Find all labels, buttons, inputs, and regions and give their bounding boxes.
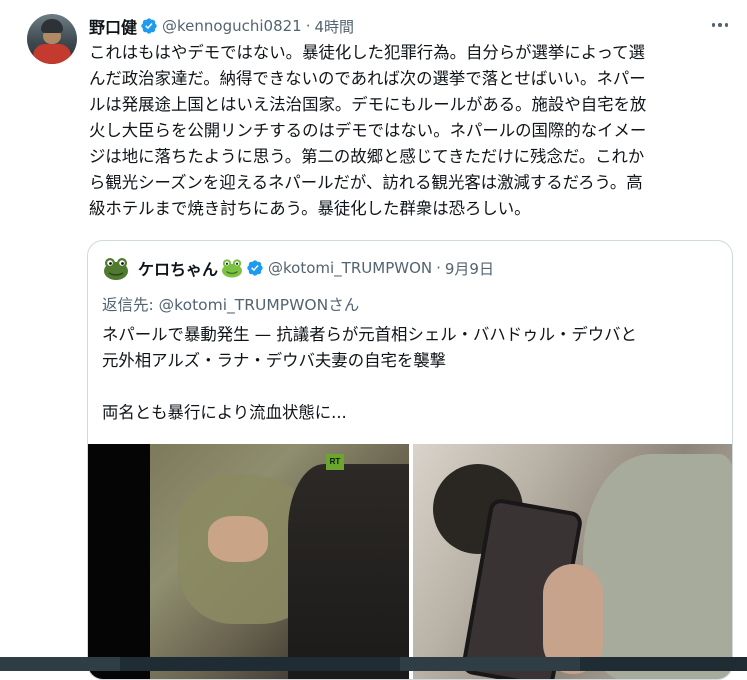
media-image-thumbnail[interactable] <box>413 444 732 679</box>
quote-date[interactable]: 9月9日 <box>445 258 494 279</box>
quoted-tweet[interactable]: ケロちゃん @kotomi_TRUMPWON · 9月9日 返信先: @koto… <box>87 240 733 680</box>
tweet-body-line: ら観光シーズンを迎えるネパールだが、訪れる観光客は激減するだろう。高 <box>89 173 643 192</box>
tweet-header: 野口健 @kennoguchi0821 · 4時間 <box>89 14 354 38</box>
quote-body-line: 両名とも暴行により流血状態に... <box>102 403 347 422</box>
tweet-body-line: ジは地に落ちたように思う。第二の故郷と感じてきただけに残念だ。これか <box>89 147 645 166</box>
tweet-body-line: 級ホテルまで焼き討ちにあう。暴徒化した群衆は恐ろしい。 <box>89 199 531 218</box>
author-handle[interactable]: @kennoguchi0821 <box>162 17 302 35</box>
reply-to-suffix: さん <box>328 296 360 314</box>
quote-author-display-name[interactable]: ケロちゃん <box>138 256 218 280</box>
rt-logo: RT <box>326 454 344 470</box>
photo-figure <box>583 454 732 679</box>
tweet-body-line: ルは発展途上国とはいえ法治国家。デモにもルールがある。施設や自宅を放 <box>89 95 647 114</box>
video-shadow <box>288 464 409 679</box>
quote-body-line: ネパールで暴動発生 — 抗議者らが元首相シェル・バハドゥル・デウバと <box>102 325 637 344</box>
author-avatar[interactable] <box>27 14 77 64</box>
bottom-bar-segment <box>400 657 580 671</box>
reply-to-handle[interactable]: @kotomi_TRUMPWON <box>159 296 329 314</box>
tweet-body-line: これはもはやデモではない。暴徒化した犯罪行為。自分らが選挙によって選 <box>89 43 645 62</box>
video-hand <box>208 516 268 562</box>
quote-body-line: 元外相アルズ・ラナ・デウバ夫妻の自宅を襲撃 <box>102 351 447 370</box>
reply-to-prefix: 返信先: <box>102 296 159 314</box>
separator-dot: · <box>436 259 441 277</box>
avatar-helmet <box>41 19 63 33</box>
verified-badge-icon <box>247 260 263 276</box>
tweet-body-line: 火し大臣らを公開リンチするのはデモではない。ネパールの国際的なイメー <box>89 121 647 140</box>
tweet-time[interactable]: 4時間 <box>315 16 355 37</box>
tweet[interactable]: 野口健 @kennoguchi0821 · 4時間 これはもはやデモではない。暴… <box>0 0 747 680</box>
verified-badge-icon <box>141 18 157 34</box>
separator-dot: · <box>305 17 311 35</box>
tweet-body-line: んだ政治家達だ。納得できないのであれば次の選挙で落とせばいい。ネパー <box>89 69 646 88</box>
quote-author-avatar[interactable] <box>102 254 130 282</box>
media-video-thumbnail[interactable]: RT <box>88 444 409 679</box>
quote-media[interactable]: RT <box>88 444 732 679</box>
bottom-bar <box>0 657 747 671</box>
bottom-bar-segment <box>0 657 120 671</box>
more-options-icon[interactable] <box>709 15 731 35</box>
reply-to-line: 返信先: @kotomi_TRUMPWONさん <box>102 293 359 315</box>
tweet-body: これはもはやデモではない。暴徒化した犯罪行為。自分らが選挙によって選 んだ政治家… <box>89 40 731 222</box>
quote-body: ネパールで暴動発生 — 抗議者らが元首相シェル・バハドゥル・デウバと 元外相アル… <box>102 322 722 426</box>
author-display-name[interactable]: 野口健 <box>89 14 137 38</box>
quote-header: ケロちゃん @kotomi_TRUMPWON · 9月9日 <box>102 254 494 282</box>
frog-emoji-icon <box>222 259 243 278</box>
quote-body-line <box>102 374 722 400</box>
avatar-jacket <box>33 44 71 64</box>
quote-author-handle[interactable]: @kotomi_TRUMPWON <box>268 259 432 277</box>
